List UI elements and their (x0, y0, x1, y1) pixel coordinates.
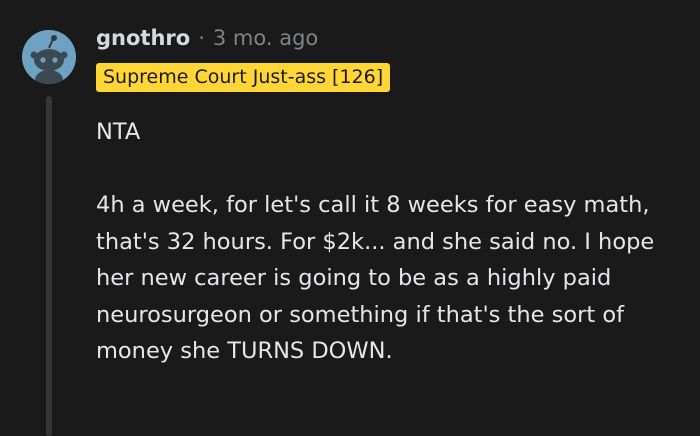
meta-separator: · (198, 26, 205, 50)
comment-paragraph: NTA (96, 119, 141, 145)
comment-header: gnothro · 3 mo. ago (96, 24, 318, 52)
username-link[interactable]: gnothro (96, 26, 190, 50)
snoo-avatar-icon (30, 35, 68, 84)
thread-collapse-line[interactable] (46, 96, 52, 436)
comment-paragraph: 4h a week, for let's call it 8 weeks for… (96, 192, 655, 364)
avatar[interactable] (22, 30, 76, 84)
user-flair-badge: Supreme Court Just-ass [126] (96, 63, 391, 92)
comment-body: NTA 4h a week, for let's call it 8 weeks… (96, 114, 686, 406)
comment-timestamp[interactable]: 3 mo. ago (213, 26, 318, 50)
